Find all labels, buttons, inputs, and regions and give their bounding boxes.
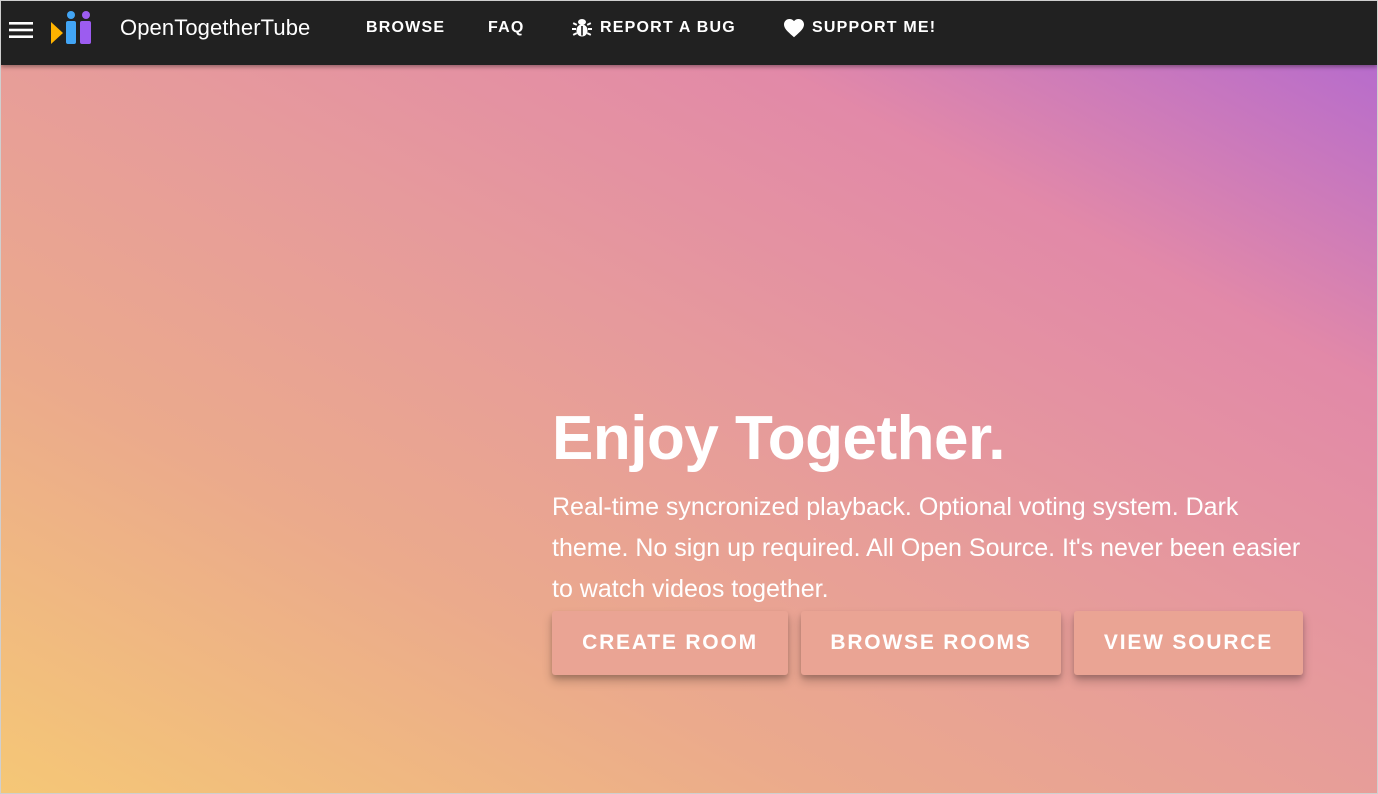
nav-support-label: SUPPORT ME! (812, 19, 937, 36)
nav-report-bug-label: REPORT A BUG (600, 19, 736, 36)
nav-browse-link[interactable]: BROWSE (366, 15, 445, 41)
hero-actions: CREATE ROOM BROWSE ROOMS VIEW SOURCE (552, 611, 1312, 675)
create-room-button[interactable]: CREATE ROOM (552, 611, 788, 675)
hero-section: Enjoy Together. Real-time syncronized pl… (1, 65, 1377, 793)
top-app-bar: OpenTogetherTube BROWSE FAQ REPORT A BUG (1, 1, 1377, 65)
heart-icon (784, 19, 804, 38)
nav-browse-label: BROWSE (366, 19, 446, 36)
nav-support-link[interactable]: SUPPORT ME! (782, 15, 936, 41)
bug-icon (572, 19, 592, 37)
nav-faq-label: FAQ (488, 19, 525, 36)
browser-viewport: OpenTogetherTube BROWSE FAQ REPORT A BUG (0, 0, 1378, 794)
app-logo-icon[interactable] (49, 10, 93, 46)
app-title[interactable]: OpenTogetherTube (120, 13, 310, 43)
hero-text-block: Enjoy Together. Real-time syncronized pl… (552, 403, 1312, 610)
nav-report-bug-link[interactable]: REPORT A BUG (570, 15, 736, 41)
hero-title: Enjoy Together. (552, 404, 1005, 473)
view-source-button[interactable]: VIEW SOURCE (1074, 611, 1303, 675)
hero-subtitle: Real-time syncronized playback. Optional… (552, 493, 1301, 603)
nav-faq-link[interactable]: FAQ (488, 15, 525, 41)
browse-rooms-button[interactable]: BROWSE ROOMS (801, 611, 1061, 675)
hamburger-menu-icon[interactable] (5, 14, 37, 46)
